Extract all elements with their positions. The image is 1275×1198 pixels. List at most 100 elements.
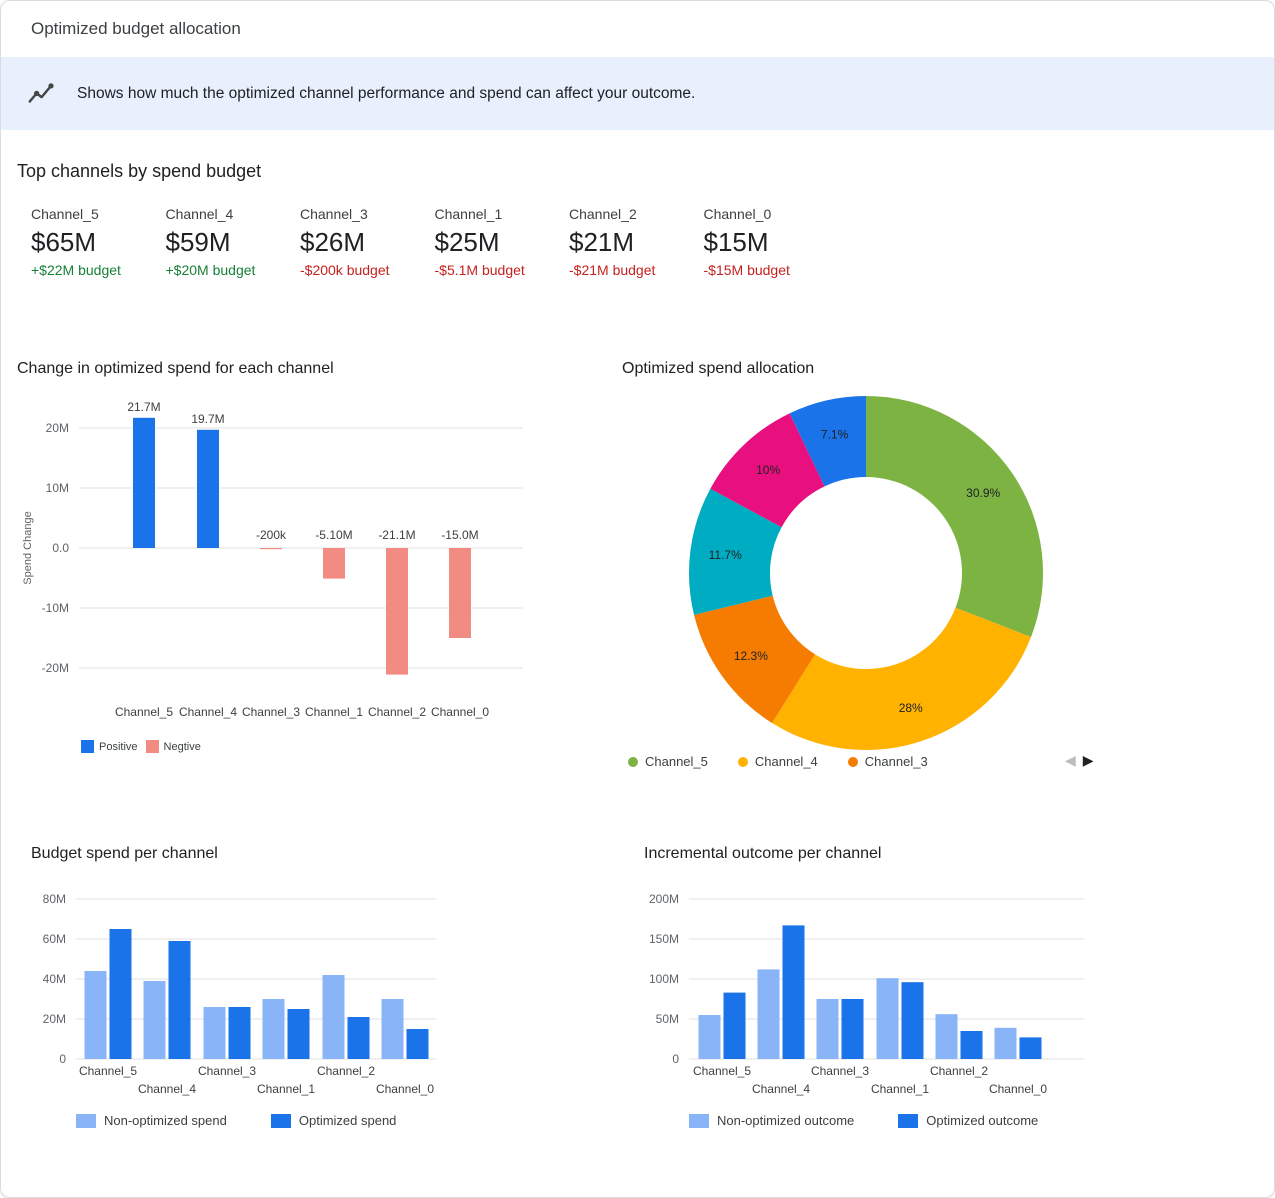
incremental-outcome-chart-title: Incremental outcome per channel <box>644 845 881 863</box>
legend-label: Channel_4 <box>755 754 818 769</box>
legend-item-Channel_5: Channel_5 <box>628 754 708 769</box>
legend-label: Channel_5 <box>645 754 708 769</box>
x-tick-label: Channel_3 <box>811 1064 869 1078</box>
bar-value-label: -5.10M <box>315 528 352 542</box>
x-tick-label: Channel_0 <box>431 705 489 719</box>
y-tick-label: 20M <box>46 421 69 435</box>
channel-card-delta: -$21M budget <box>569 262 704 278</box>
page-title: Optimized budget allocation <box>31 19 241 39</box>
spend-change-bar-Channel_3 <box>260 548 282 549</box>
channel-card-value: $26M <box>300 227 435 258</box>
channel-card-value: $65M <box>31 227 166 258</box>
incremental_outcome-bar-Channel_3 <box>842 999 864 1059</box>
legend-next-button[interactable]: ▶ <box>1083 752 1094 769</box>
budget_spend-bar-Channel_1 <box>263 999 285 1059</box>
pie-slice-label: 28% <box>899 701 923 715</box>
legend-swatch <box>848 757 858 767</box>
channel-card-delta: -$5.1M budget <box>435 262 570 278</box>
insights-icon <box>26 79 56 109</box>
budget_spend-bar-Channel_5 <box>85 971 107 1059</box>
y-tick-label: 40M <box>43 972 66 986</box>
budget-spend-chart: 020M40M60M80MChannel_5Channel_4Channel_3… <box>17 881 487 1105</box>
y-tick-label: 10M <box>46 481 69 495</box>
incremental_outcome-bar-Channel_0 <box>1020 1037 1042 1059</box>
spend-allocation-donut-chart: 30.9%28%12.3%11.7%10%7.1% <box>622 384 1116 758</box>
legend-label: Negtive <box>164 741 201 753</box>
incremental-outcome-chart: 050M100M150M200MChannel_5Channel_4Channe… <box>641 881 1101 1105</box>
channel-card-Channel_4: Channel_4$59M+$20M budget <box>166 206 301 278</box>
budget_spend-bar-Channel_4 <box>169 941 191 1059</box>
x-tick-label: Channel_2 <box>368 705 426 719</box>
info-banner: Shows how much the optimized channel per… <box>1 57 1274 130</box>
incremental_outcome-bar-Channel_4 <box>758 969 780 1059</box>
channel-card-Channel_1: Channel_1$25M-$5.1M budget <box>435 206 570 278</box>
x-tick-label: Channel_5 <box>79 1064 137 1078</box>
top-channels-title: Top channels by spend budget <box>17 161 261 182</box>
x-tick-label: Channel_4 <box>752 1082 810 1096</box>
channel-card-delta: -$15M budget <box>704 262 839 278</box>
pie-slice-label: 10% <box>756 463 780 477</box>
legend-label: Optimized spend <box>299 1113 397 1128</box>
legend-item-Negtive: Negtive <box>146 740 201 753</box>
legend-item-Channel_3: Channel_3 <box>848 754 928 769</box>
incremental-outcome-legend: Non-optimized outcome Optimized outcome <box>689 1113 1038 1128</box>
info-banner-text: Shows how much the optimized channel per… <box>77 85 695 103</box>
channel-card-delta: +$20M budget <box>166 262 301 278</box>
legend-item-Positive: Positive <box>81 740 138 753</box>
spend-change-bar-Channel_5 <box>133 418 155 548</box>
x-tick-label: Channel_0 <box>989 1082 1047 1096</box>
x-tick-label: Channel_5 <box>693 1064 751 1078</box>
y-axis-title: Spend Change <box>22 511 34 584</box>
channel-card-Channel_5: Channel_5$65M+$22M budget <box>31 206 166 278</box>
channel-card-name: Channel_1 <box>435 206 570 222</box>
channel-card-value: $59M <box>166 227 301 258</box>
x-tick-label: Channel_5 <box>115 705 173 719</box>
y-tick-label: 80M <box>43 892 66 906</box>
legend-label: Positive <box>99 741 138 753</box>
spend-change-chart: 20M 10M 0.0 -10M -20M Spend Change 21.7M Channe… <box>17 391 562 729</box>
bar-value-label: -15.0M <box>441 528 478 542</box>
legend-item-Channel_4: Channel_4 <box>738 754 818 769</box>
pie-slice-30.9% <box>866 396 1043 637</box>
incremental_outcome-bar-Channel_5 <box>724 993 746 1059</box>
incremental_outcome-bar-Channel_1 <box>877 978 899 1059</box>
channel-card-name: Channel_2 <box>569 206 704 222</box>
channel-card-Channel_0: Channel_0$15M-$15M budget <box>704 206 839 278</box>
legend-label: Optimized outcome <box>926 1113 1038 1128</box>
x-tick-label: Channel_2 <box>317 1064 375 1078</box>
legend-swatch <box>76 1114 96 1128</box>
legend-item-Non-optimized outcome: Non-optimized outcome <box>689 1113 854 1128</box>
legend-swatch <box>271 1114 291 1128</box>
bar-value-label: -200k <box>256 528 287 542</box>
legend-label: Channel_3 <box>865 754 928 769</box>
bar-value-label: 19.7M <box>191 412 224 426</box>
spend-change-bar-Channel_0 <box>449 548 471 638</box>
channel-card-name: Channel_3 <box>300 206 435 222</box>
pie-slice-label: 12.3% <box>734 649 768 663</box>
legend-prev-button[interactable]: ◀ <box>1065 752 1076 769</box>
incremental_outcome-bar-Channel_3 <box>817 999 839 1059</box>
y-tick-label: 20M <box>43 1012 66 1026</box>
y-tick-label: -20M <box>42 661 69 675</box>
pie-slice-label: 30.9% <box>966 486 1000 500</box>
legend-swatch <box>898 1114 918 1128</box>
y-tick-label: 150M <box>649 932 679 946</box>
y-tick-label: 0 <box>672 1052 679 1066</box>
channel-card-value: $21M <box>569 227 704 258</box>
top-channels-cards: Channel_5$65M+$22M budgetChannel_4$59M+$… <box>31 206 838 278</box>
y-tick-label: 50M <box>656 1012 679 1026</box>
bar-value-label: 21.7M <box>127 400 160 414</box>
budget-spend-chart-title: Budget spend per channel <box>31 845 218 863</box>
header: Optimized budget allocation <box>1 1 1274 57</box>
y-tick-label: 100M <box>649 972 679 986</box>
y-tick-label: -10M <box>42 601 69 615</box>
legend-pager: ◀ ▶ <box>1065 752 1094 769</box>
budget_spend-bar-Channel_2 <box>348 1017 370 1059</box>
pie-slice-label: 7.1% <box>821 428 849 442</box>
y-tick-label: 0.0 <box>52 541 69 555</box>
channel-card-name: Channel_0 <box>704 206 839 222</box>
budget_spend-bar-Channel_0 <box>382 999 404 1059</box>
spend-change-chart-title: Change in optimized spend for each chann… <box>17 360 334 378</box>
legend-label: Non-optimized outcome <box>717 1113 854 1128</box>
budget_spend-bar-Channel_5 <box>110 929 132 1059</box>
